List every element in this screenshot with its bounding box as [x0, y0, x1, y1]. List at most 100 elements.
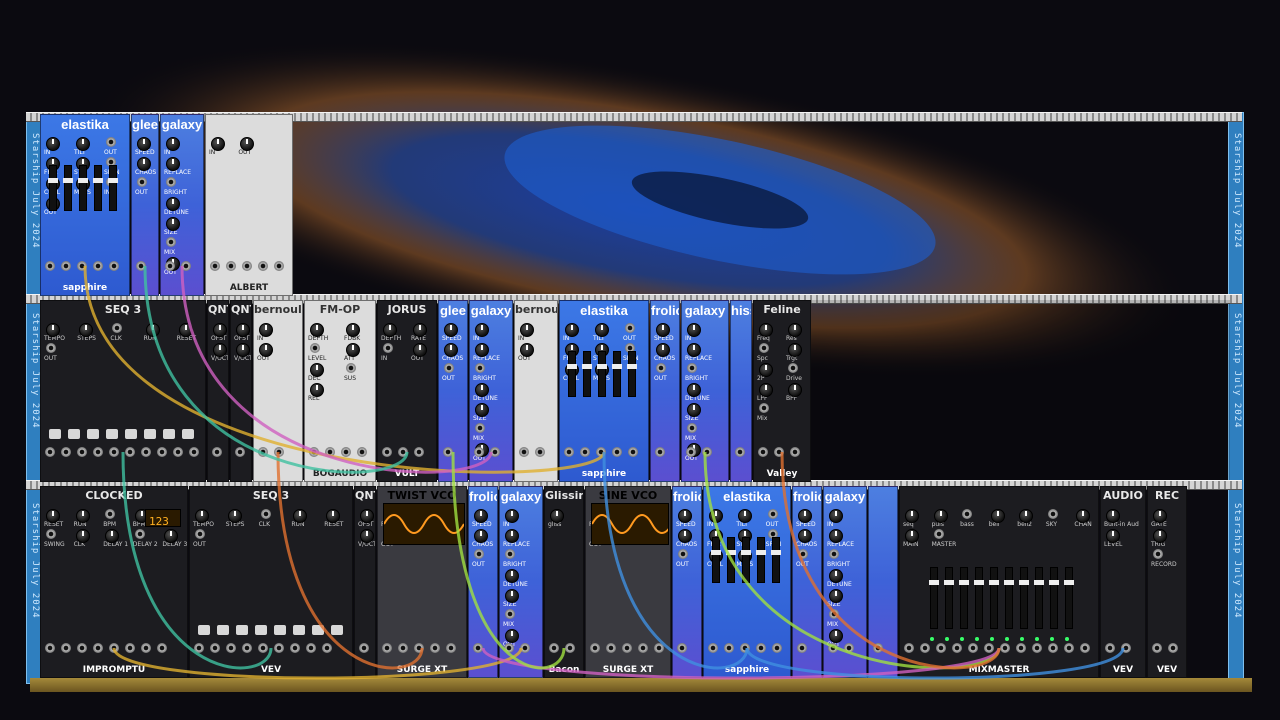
knob[interactable]	[444, 323, 458, 337]
output-jack[interactable]	[398, 447, 408, 457]
knob[interactable]	[293, 509, 308, 523]
output-jack[interactable]	[1016, 643, 1026, 653]
knob[interactable]	[75, 509, 90, 523]
knob[interactable]	[360, 529, 374, 543]
output-jack[interactable]	[504, 643, 514, 653]
output-jack[interactable]	[235, 447, 245, 457]
output-jack[interactable]	[740, 643, 750, 653]
channel-fader[interactable]	[959, 567, 969, 629]
output-jack[interactable]	[77, 447, 87, 457]
step-button[interactable]	[163, 429, 175, 439]
knob[interactable]	[346, 343, 360, 357]
step-button[interactable]	[312, 625, 324, 635]
channel-fader[interactable]	[929, 567, 939, 629]
fader[interactable]	[108, 165, 118, 211]
fader[interactable]	[78, 165, 88, 211]
knob[interactable]	[829, 569, 843, 583]
output-jack[interactable]	[45, 447, 55, 457]
channel-fader[interactable]	[1064, 567, 1074, 629]
jack[interactable]	[767, 509, 778, 519]
output-jack[interactable]	[382, 447, 392, 457]
knob[interactable]	[474, 529, 488, 543]
output-jack[interactable]	[535, 447, 545, 457]
output-jack[interactable]	[309, 447, 319, 457]
output-jack[interactable]	[258, 261, 268, 271]
knob[interactable]	[798, 509, 812, 523]
step-button[interactable]	[125, 429, 137, 439]
jack[interactable]	[195, 529, 205, 539]
step-button[interactable]	[274, 625, 286, 635]
jack[interactable]	[260, 509, 271, 519]
output-jack[interactable]	[414, 643, 424, 653]
step-button[interactable]	[49, 429, 61, 439]
jack[interactable]	[829, 609, 839, 619]
jack[interactable]	[105, 509, 116, 519]
output-jack[interactable]	[984, 643, 994, 653]
knob[interactable]	[259, 343, 273, 357]
knob[interactable]	[829, 509, 843, 523]
knob[interactable]	[76, 137, 90, 151]
output-jack[interactable]	[774, 447, 784, 457]
output-jack[interactable]	[758, 447, 768, 457]
step-button[interactable]	[331, 625, 343, 635]
output-jack[interactable]	[654, 643, 664, 653]
output-jack[interactable]	[398, 643, 408, 653]
jack[interactable]	[625, 323, 635, 333]
jack[interactable]	[687, 423, 697, 433]
jack[interactable]	[134, 529, 145, 539]
step-button[interactable]	[236, 625, 248, 635]
output-jack[interactable]	[1000, 643, 1010, 653]
fader[interactable]	[48, 165, 58, 211]
step-button[interactable]	[255, 625, 267, 635]
output-jack[interactable]	[242, 261, 252, 271]
step-button[interactable]	[87, 429, 99, 439]
knob[interactable]	[137, 137, 151, 151]
fader[interactable]	[627, 351, 637, 397]
fader[interactable]	[567, 351, 577, 397]
knob[interactable]	[505, 589, 519, 603]
output-jack[interactable]	[173, 447, 183, 457]
jack[interactable]	[505, 549, 515, 559]
output-jack[interactable]	[45, 261, 55, 271]
knob[interactable]	[788, 343, 802, 357]
jack[interactable]	[383, 343, 393, 353]
jack[interactable]	[106, 137, 116, 147]
jack[interactable]	[933, 529, 944, 539]
output-jack[interactable]	[677, 643, 687, 653]
fader[interactable]	[582, 351, 592, 397]
output-jack[interactable]	[357, 447, 367, 457]
output-jack[interactable]	[141, 447, 151, 457]
output-jack[interactable]	[77, 261, 87, 271]
output-jack[interactable]	[1048, 643, 1058, 653]
knob[interactable]	[213, 343, 227, 357]
output-jack[interactable]	[93, 261, 103, 271]
jack[interactable]	[788, 363, 798, 373]
output-jack[interactable]	[724, 643, 734, 653]
knob[interactable]	[346, 323, 360, 337]
fader[interactable]	[93, 165, 103, 211]
knob[interactable]	[1106, 509, 1120, 523]
knob[interactable]	[413, 343, 427, 357]
knob[interactable]	[475, 343, 489, 357]
channel-fader[interactable]	[974, 567, 984, 629]
jack[interactable]	[687, 363, 697, 373]
fader[interactable]	[597, 351, 607, 397]
output-jack[interactable]	[61, 261, 71, 271]
knob[interactable]	[687, 343, 701, 357]
knob[interactable]	[505, 569, 519, 583]
knob[interactable]	[137, 157, 151, 171]
knob[interactable]	[565, 323, 579, 337]
output-jack[interactable]	[93, 447, 103, 457]
knob[interactable]	[1153, 529, 1167, 543]
output-jack[interactable]	[797, 643, 807, 653]
jack[interactable]	[166, 177, 176, 187]
output-jack[interactable]	[77, 643, 87, 653]
fader[interactable]	[771, 537, 781, 583]
fader[interactable]	[741, 537, 751, 583]
output-jack[interactable]	[242, 643, 252, 653]
knob[interactable]	[990, 509, 1005, 523]
jack[interactable]	[656, 363, 666, 373]
output-jack[interactable]	[443, 447, 453, 457]
output-jack[interactable]	[210, 643, 220, 653]
output-jack[interactable]	[165, 261, 175, 271]
